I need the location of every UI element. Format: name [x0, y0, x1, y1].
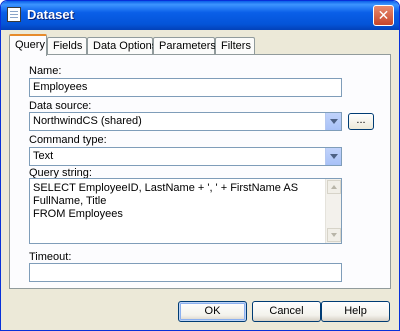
timeout-label: Timeout:	[29, 251, 72, 263]
query-string-textarea[interactable]: SELECT EmployeeID, LastName + ', ' + Fir…	[29, 178, 342, 244]
data-source-dropdown[interactable]: NorthwindCS (shared)	[29, 112, 342, 131]
tab-query[interactable]: Query	[9, 34, 47, 56]
tab-data-options[interactable]: Data Options	[87, 37, 157, 54]
name-field[interactable]: Employees	[29, 78, 342, 97]
dataset-dialog: Dataset ✕ Query Fields Data Options Para…	[0, 0, 400, 331]
ok-button[interactable]: OK	[178, 301, 247, 322]
command-type-value: Text	[33, 150, 54, 162]
query-line-1: SELECT EmployeeID, LastName + ', ' + Fir…	[33, 182, 299, 207]
browse-data-source-button[interactable]: ...	[348, 113, 374, 130]
chevron-down-icon[interactable]	[325, 113, 341, 130]
tab-parameters[interactable]: Parameters	[153, 37, 216, 54]
command-type-label: Command type:	[29, 134, 107, 146]
close-icon: ✕	[377, 7, 390, 23]
query-line-2: FROM Employees	[33, 208, 123, 220]
data-source-label: Data source:	[29, 100, 92, 112]
cancel-button[interactable]: Cancel	[252, 301, 321, 322]
scroll-up-icon[interactable]	[327, 180, 341, 194]
help-button[interactable]: Help	[321, 301, 390, 322]
chevron-down-icon[interactable]	[325, 148, 341, 165]
tab-filters[interactable]: Filters	[215, 37, 255, 54]
dataset-icon	[7, 7, 21, 22]
command-type-dropdown[interactable]: Text	[29, 147, 342, 166]
close-button[interactable]: ✕	[373, 5, 394, 26]
tab-fields[interactable]: Fields	[47, 37, 87, 54]
scroll-down-icon[interactable]	[327, 228, 341, 242]
name-label: Name:	[29, 65, 62, 77]
timeout-field[interactable]	[29, 263, 342, 282]
title-bar[interactable]: Dataset ✕	[1, 1, 399, 30]
query-scrollbar[interactable]	[325, 179, 341, 243]
data-source-value: NorthwindCS (shared)	[33, 115, 142, 127]
window-title: Dataset	[27, 7, 74, 22]
